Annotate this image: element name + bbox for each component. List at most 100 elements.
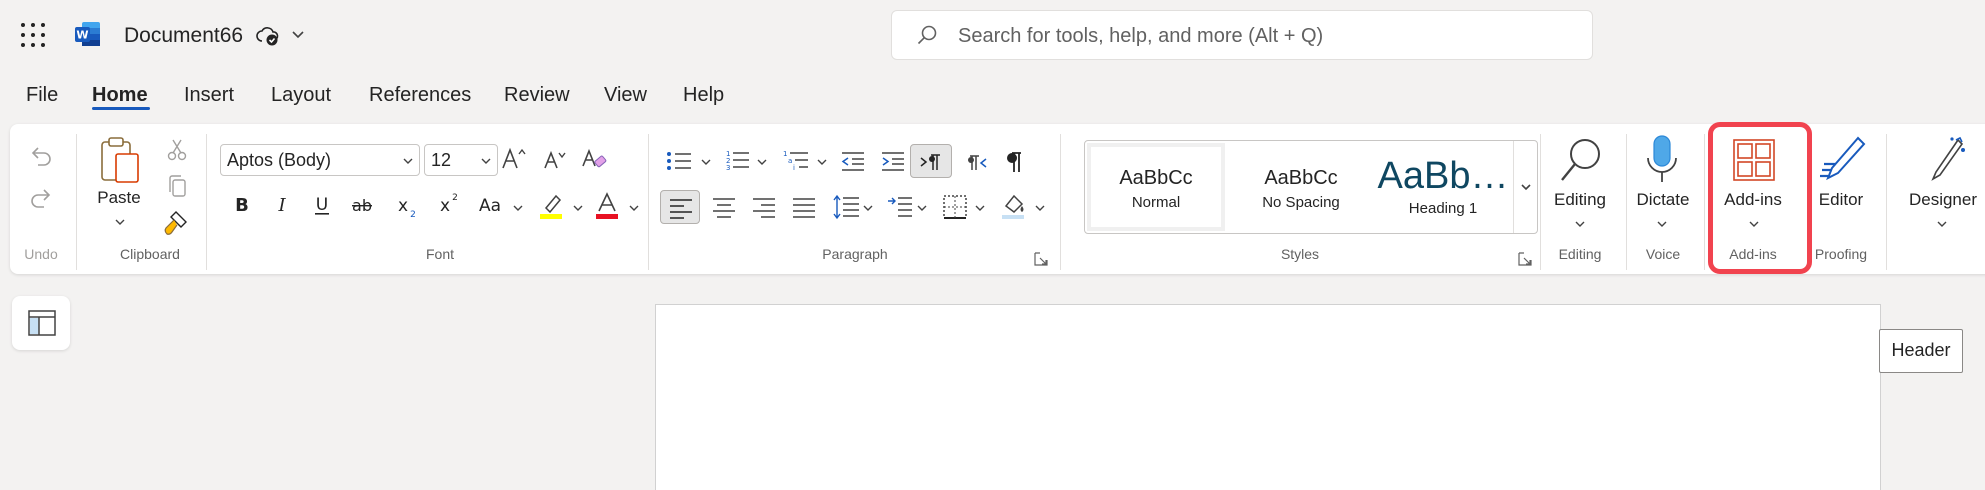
add-ins-highlight bbox=[1708, 122, 1812, 274]
rtl-text-direction-icon[interactable] bbox=[962, 152, 988, 174]
styles-more-button[interactable] bbox=[1513, 141, 1537, 233]
app-launcher-icon[interactable] bbox=[20, 22, 46, 48]
style-name: No Spacing bbox=[1262, 194, 1340, 211]
header-tag[interactable]: Header bbox=[1879, 329, 1963, 373]
strikethrough-icon[interactable]: ab bbox=[350, 194, 374, 216]
document-page[interactable] bbox=[655, 304, 1881, 490]
saved-to-cloud-icon[interactable] bbox=[256, 24, 280, 48]
shading-icon[interactable] bbox=[1000, 192, 1028, 220]
svg-text:B: B bbox=[235, 195, 249, 216]
bold-icon[interactable]: B bbox=[232, 194, 252, 216]
chevron-down-icon[interactable] bbox=[916, 202, 928, 214]
chevron-down-icon[interactable] bbox=[628, 202, 640, 214]
chevron-down-icon[interactable] bbox=[1034, 202, 1046, 214]
increase-indent-icon[interactable] bbox=[880, 150, 906, 172]
svg-text:U: U bbox=[316, 195, 328, 215]
group-divider bbox=[648, 134, 649, 270]
dictate-button-label[interactable]: Dictate bbox=[1634, 190, 1692, 210]
numbering-icon[interactable]: 123 bbox=[724, 148, 750, 172]
tab-references[interactable]: References bbox=[369, 84, 471, 107]
document-title[interactable]: Document66 bbox=[124, 24, 243, 48]
paste-label[interactable]: Paste bbox=[94, 188, 144, 208]
style-no-spacing[interactable]: AaBbCc No Spacing bbox=[1231, 143, 1371, 231]
subscript-icon[interactable]: x2 bbox=[394, 194, 418, 220]
ltr-icon bbox=[920, 154, 940, 170]
editor-button-label[interactable]: Editor bbox=[1810, 190, 1872, 210]
tab-view[interactable]: View bbox=[604, 84, 647, 107]
svg-text:3: 3 bbox=[726, 164, 730, 172]
chevron-down-icon[interactable] bbox=[1656, 218, 1668, 230]
tab-layout[interactable]: Layout bbox=[271, 84, 331, 107]
align-right-icon[interactable] bbox=[752, 196, 776, 218]
highlighter-icon[interactable] bbox=[538, 192, 564, 220]
style-normal[interactable]: AaBbCc Normal bbox=[1087, 143, 1225, 231]
chevron-down-icon[interactable] bbox=[512, 202, 524, 214]
superscript-icon[interactable]: x2 bbox=[436, 190, 460, 216]
multilevel-list-icon[interactable]: 1ai bbox=[782, 148, 810, 172]
grow-font-icon[interactable] bbox=[500, 146, 528, 172]
borders-icon[interactable] bbox=[942, 194, 968, 220]
tab-review[interactable]: Review bbox=[504, 84, 570, 107]
tab-insert[interactable]: Insert bbox=[184, 84, 234, 107]
chevron-down-icon bbox=[1521, 184, 1531, 191]
tab-help[interactable]: Help bbox=[683, 84, 724, 107]
underline-icon[interactable]: U bbox=[312, 194, 332, 218]
decrease-indent-icon[interactable] bbox=[840, 150, 866, 172]
ltr-text-direction-button[interactable] bbox=[910, 144, 952, 178]
svg-text:I: I bbox=[277, 195, 286, 216]
chevron-down-icon bbox=[481, 158, 491, 164]
align-left-icon bbox=[670, 199, 692, 219]
italic-icon[interactable]: I bbox=[272, 194, 292, 216]
editor-icon[interactable] bbox=[1818, 136, 1868, 184]
chevron-down-icon[interactable] bbox=[1936, 218, 1948, 230]
copy-icon[interactable] bbox=[166, 174, 188, 198]
designer-icon[interactable] bbox=[1928, 136, 1968, 182]
show-formatting-marks-icon[interactable] bbox=[1002, 150, 1024, 174]
clear-formatting-icon[interactable] bbox=[580, 146, 608, 172]
change-case-icon[interactable]: Aa bbox=[476, 194, 506, 216]
chevron-down-icon[interactable] bbox=[974, 202, 986, 214]
microphone-icon[interactable] bbox=[1644, 134, 1680, 186]
find-icon[interactable] bbox=[1558, 136, 1604, 184]
chevron-down-icon[interactable] bbox=[572, 202, 584, 214]
paste-icon[interactable] bbox=[98, 136, 144, 186]
navigation-pane-button[interactable] bbox=[12, 296, 70, 350]
group-divider bbox=[76, 134, 77, 270]
paragraph-group-label: Paragraph bbox=[822, 246, 888, 262]
styles-dialog-launcher-icon[interactable] bbox=[1518, 252, 1532, 266]
style-name: Heading 1 bbox=[1408, 200, 1478, 217]
justify-icon[interactable] bbox=[792, 196, 816, 218]
font-family-select[interactable]: Aptos (Body) bbox=[220, 144, 420, 176]
svg-text:Aa: Aa bbox=[479, 196, 501, 216]
font-size-select[interactable]: 12 bbox=[424, 144, 498, 176]
format-painter-icon[interactable] bbox=[162, 210, 190, 236]
editing-button-label[interactable]: Editing bbox=[1548, 190, 1612, 210]
redo-icon[interactable] bbox=[28, 186, 54, 212]
word-logo-icon: W bbox=[75, 22, 100, 46]
chevron-down-icon[interactable] bbox=[700, 156, 712, 168]
search-box[interactable]: Search for tools, help, and more (Alt + … bbox=[891, 10, 1593, 60]
paste-chevron-icon[interactable] bbox=[114, 216, 126, 228]
style-heading-1[interactable]: AaBb… Heading 1 bbox=[1375, 143, 1511, 231]
chevron-down-icon[interactable] bbox=[816, 156, 828, 168]
bullets-icon[interactable] bbox=[666, 150, 692, 172]
chevron-down-icon[interactable] bbox=[290, 26, 306, 42]
chevron-down-icon[interactable] bbox=[1574, 218, 1586, 230]
paragraph-dialog-launcher-icon[interactable] bbox=[1034, 252, 1048, 266]
align-center-icon[interactable] bbox=[712, 196, 736, 218]
title-bar: W Document66 Search for tools, help, and… bbox=[0, 0, 1985, 72]
undo-icon[interactable] bbox=[28, 144, 54, 170]
tab-home[interactable]: Home bbox=[92, 84, 148, 107]
tab-file[interactable]: File bbox=[26, 84, 58, 107]
align-left-button[interactable] bbox=[660, 190, 700, 224]
paragraph-spacing-icon[interactable] bbox=[886, 194, 914, 220]
chevron-down-icon[interactable] bbox=[862, 202, 874, 214]
designer-button-label[interactable]: Designer bbox=[1900, 190, 1985, 210]
font-color-icon[interactable] bbox=[594, 192, 620, 220]
line-spacing-icon[interactable] bbox=[832, 194, 860, 220]
shrink-font-icon[interactable] bbox=[542, 148, 568, 172]
style-preview: AaBbCc bbox=[1264, 167, 1338, 189]
cut-icon[interactable] bbox=[166, 138, 188, 162]
style-preview: AaBb… bbox=[1377, 155, 1509, 197]
chevron-down-icon[interactable] bbox=[756, 156, 768, 168]
